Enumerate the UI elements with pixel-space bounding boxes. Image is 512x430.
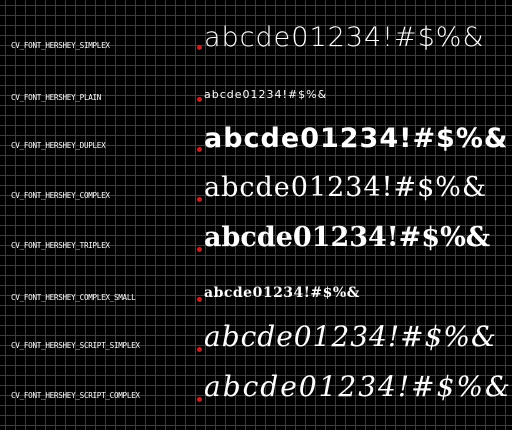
font-demo-canvas: CV_FONT_HERSHEY_SIMPLEX abcde01234!#$%& … bbox=[0, 0, 512, 430]
origin-marker bbox=[197, 45, 202, 50]
font-name-label: CV_FONT_HERSHEY_SCRIPT_COMPLEX bbox=[11, 391, 140, 400]
font-sample-text: abcde01234!#$%& bbox=[204, 222, 491, 253]
origin-marker bbox=[197, 347, 202, 352]
font-sample-text: abcde01234!#$%& bbox=[204, 22, 485, 53]
font-name-label: CV_FONT_HERSHEY_COMPLEX_SMALL bbox=[11, 293, 136, 302]
font-name-label: CV_FONT_HERSHEY_SIMPLEX bbox=[11, 41, 110, 50]
font-sample-text: abcde01234!#$%& bbox=[204, 370, 512, 403]
origin-marker bbox=[197, 247, 202, 252]
font-name-label: CV_FONT_HERSHEY_PLAIN bbox=[11, 93, 102, 102]
font-name-label: CV_FONT_HERSHEY_COMPLEX bbox=[11, 191, 110, 200]
origin-marker bbox=[197, 397, 202, 402]
font-sample-text: abcde01234!#$%& bbox=[204, 88, 328, 101]
font-sample-text: abcde01234!#$%& bbox=[204, 285, 360, 301]
origin-marker bbox=[197, 197, 202, 202]
font-sample-text: abcde01234!#$%& bbox=[204, 123, 509, 154]
font-name-label: CV_FONT_HERSHEY_SCRIPT_SIMPLEX bbox=[11, 341, 140, 350]
font-sample-text: abcde01234!#$%& bbox=[204, 320, 497, 353]
origin-marker bbox=[197, 297, 202, 302]
origin-marker bbox=[197, 147, 202, 152]
font-sample-text: abcde01234!#$%& bbox=[204, 172, 487, 203]
origin-marker bbox=[197, 97, 202, 102]
font-name-label: CV_FONT_HERSHEY_TRIPLEX bbox=[11, 241, 110, 250]
font-name-label: CV_FONT_HERSHEY_DUPLEX bbox=[11, 141, 106, 150]
